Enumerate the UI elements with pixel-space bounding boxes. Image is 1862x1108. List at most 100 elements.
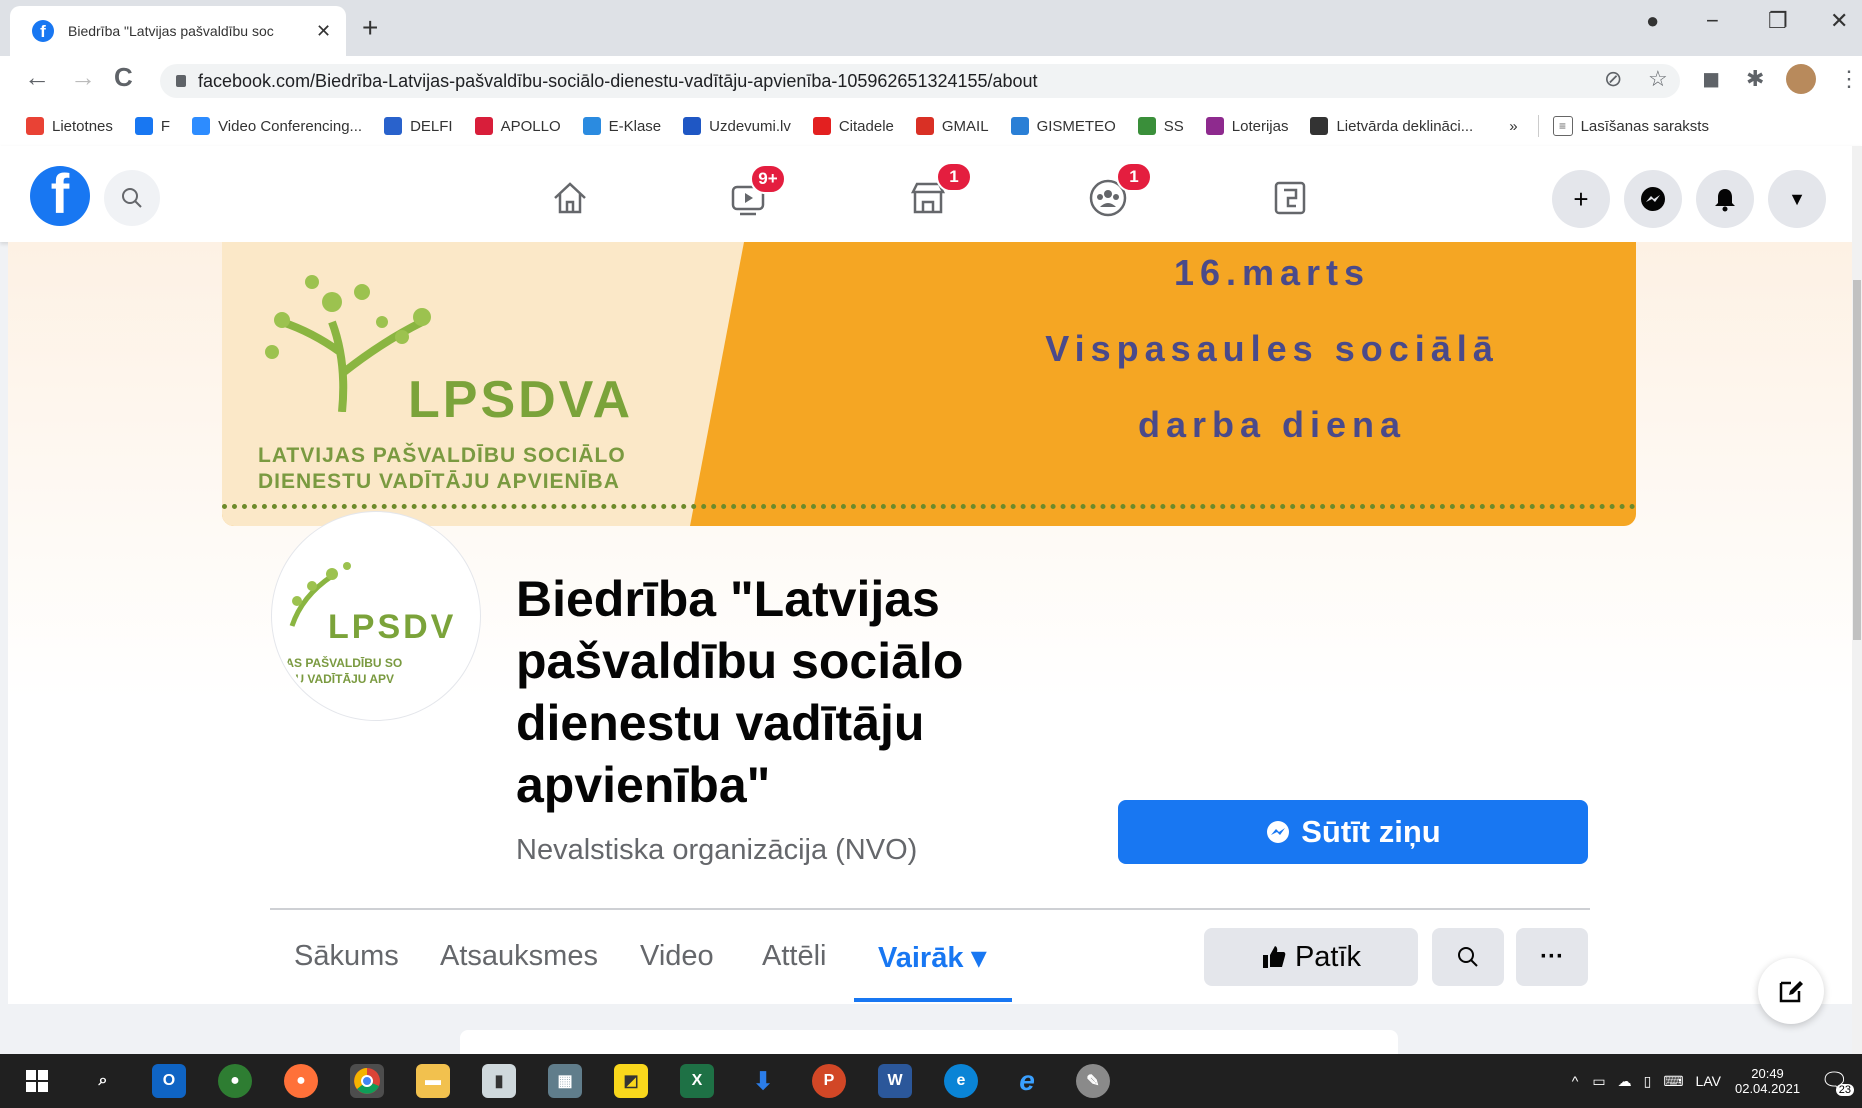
nav-home[interactable] xyxy=(530,168,610,228)
tab-title: Biedrība "Latvijas pašvaldību soc xyxy=(68,23,274,39)
sticky-notes-icon[interactable]: ◩ xyxy=(614,1064,648,1098)
bookmark-item[interactable]: SS xyxy=(1137,117,1184,135)
download-icon[interactable]: ⬇ xyxy=(746,1064,780,1098)
nav-watch[interactable]: 9+ xyxy=(708,164,788,228)
reading-list-icon: ≡ xyxy=(1552,116,1573,136)
notification-center-icon[interactable]: 🗨 23 xyxy=(1820,1068,1854,1096)
notifications-button[interactable] xyxy=(1696,170,1754,228)
windows-start-icon[interactable] xyxy=(20,1064,54,1098)
nav-gaming[interactable] xyxy=(1250,168,1330,228)
tray-network-icon[interactable]: ▯ xyxy=(1644,1073,1652,1090)
tab-more[interactable]: Vairāk ▾ xyxy=(878,940,986,975)
internet-explorer-icon[interactable]: e xyxy=(1010,1064,1044,1098)
restore-button[interactable]: ❐ xyxy=(1768,8,1788,34)
active-tab-indicator xyxy=(854,998,1012,1002)
facebook-logo-icon[interactable]: f xyxy=(30,166,90,226)
page-search-button[interactable] xyxy=(1432,928,1504,986)
send-message-button[interactable]: Sūtīt ziņu xyxy=(1118,800,1588,864)
profile-picture[interactable]: LPSDV IAS PAŠVALDĪBU SO TU VADĪTĀJU APV xyxy=(272,512,480,720)
edge-icon[interactable]: e xyxy=(944,1064,978,1098)
page-category: Nevalstiska organizācija (NVO) xyxy=(516,834,918,866)
bookmark-item[interactable]: GISMETEO xyxy=(1010,117,1116,135)
create-button[interactable]: + xyxy=(1552,170,1610,228)
notepad-icon[interactable]: ▮ xyxy=(482,1064,516,1098)
tab-video[interactable]: Video xyxy=(640,940,714,973)
browser-tab[interactable]: f Biedrība "Latvijas pašvaldību soc ✕ xyxy=(10,6,346,56)
taskbar-search-icon[interactable]: ⌕ xyxy=(86,1064,120,1098)
tray-battery-icon[interactable]: ▭ xyxy=(1592,1073,1605,1090)
profile-avatar[interactable] xyxy=(1786,64,1816,94)
reading-list[interactable]: ≡ Lasīšanas saraksts xyxy=(1552,116,1709,136)
tray-clock[interactable]: 20:49 02.04.2021 xyxy=(1735,1066,1800,1096)
cover-date: 16.marts xyxy=(1173,252,1371,293)
chrome-menu-icon[interactable]: ⋮ xyxy=(1838,66,1860,92)
bookmark-label: Loterijas xyxy=(1231,117,1289,135)
bookmark-label: GMAIL xyxy=(941,117,989,135)
bookmark-star-icon[interactable]: ☆ xyxy=(1648,66,1668,92)
uzdevumi-icon xyxy=(683,117,702,135)
tray-language[interactable]: LAV xyxy=(1696,1073,1721,1089)
nav-marketplace[interactable]: 1 xyxy=(888,162,972,228)
tab-home[interactable]: Sākums xyxy=(294,940,399,973)
powerpoint-icon[interactable]: P xyxy=(812,1064,846,1098)
tab-close-icon[interactable]: ✕ xyxy=(316,21,331,42)
like-button[interactable]: Patīk xyxy=(1204,928,1418,986)
extension-icon[interactable]: ◼ xyxy=(1702,66,1720,92)
tab-photos[interactable]: Attēli xyxy=(762,940,826,973)
more-options-button[interactable]: ··· xyxy=(1516,928,1588,986)
tab-reviews[interactable]: Atsauksmes xyxy=(440,940,598,973)
bookmark-item[interactable]: Loterijas xyxy=(1205,117,1289,135)
bookmark-item[interactable]: GMAIL xyxy=(915,117,989,135)
bookmarks-overflow-icon[interactable]: » xyxy=(1509,118,1517,135)
bookmark-item[interactable]: E-Klase xyxy=(582,117,661,135)
bookmarks-bar: Lietotnes F Video Conferencing... DELFI APOL… xyxy=(0,106,1862,147)
firefox-icon[interactable]: ● xyxy=(284,1064,318,1098)
spotify-icon[interactable]: ● xyxy=(218,1064,252,1098)
tray-up-arrow-icon[interactable]: ^ xyxy=(1572,1073,1579,1089)
account-menu-button[interactable]: ▼ xyxy=(1768,170,1826,228)
tray-onedrive-icon[interactable]: ☁ xyxy=(1618,1073,1632,1090)
bookmark-label: F xyxy=(160,117,171,135)
word-icon[interactable]: W xyxy=(878,1064,912,1098)
bookmark-item[interactable]: Uzdevumi.lv xyxy=(683,117,791,135)
cover-photo[interactable]: LPSDVA LATVIJAS PAŠVALDĪBU SOCIĀLO DIENE… xyxy=(222,242,1636,526)
bell-icon xyxy=(1715,189,1735,212)
back-button[interactable]: ← xyxy=(24,62,50,93)
minimize-button[interactable]: − xyxy=(1706,8,1719,34)
close-window-button[interactable]: ✕ xyxy=(1830,8,1848,34)
facebook-search-button[interactable] xyxy=(104,170,160,226)
page-title: Biedrība "Latvijas pašvaldību sociālo di… xyxy=(516,571,964,813)
outlook-icon[interactable]: O xyxy=(152,1064,186,1098)
scrollbar-thumb[interactable] xyxy=(1853,280,1861,640)
eye-off-icon[interactable]: ⊘ xyxy=(1604,66,1622,92)
profile-logo-sub-1: IAS PAŠVALDĪBU SO xyxy=(282,656,403,670)
forward-button[interactable]: → xyxy=(70,62,96,93)
bookmark-label: APOLLO xyxy=(500,117,561,135)
chrome-taskbar-icon[interactable] xyxy=(350,1064,384,1098)
messenger-button[interactable] xyxy=(1624,170,1682,228)
search-icon xyxy=(122,188,142,208)
tray-keyboard-icon[interactable]: ⌨ xyxy=(1663,1073,1683,1090)
new-tab-button[interactable]: + xyxy=(362,12,378,44)
calculator-icon[interactable]: ▦ xyxy=(548,1064,582,1098)
excel-icon[interactable]: X xyxy=(680,1064,714,1098)
nav-groups[interactable]: 1 xyxy=(1068,162,1152,228)
record-icon[interactable]: ● xyxy=(1646,8,1659,34)
reload-button[interactable]: C xyxy=(114,62,133,93)
bookmark-item[interactable]: DELFI xyxy=(384,117,453,135)
bookmark-item[interactable]: Lietvārda deklināci... xyxy=(1310,117,1473,135)
bookmark-item[interactable]: APOLLO xyxy=(474,117,561,135)
paint-icon[interactable]: ✎ xyxy=(1076,1064,1110,1098)
like-label: Patīk xyxy=(1294,940,1362,973)
bookmark-label: SS xyxy=(1163,117,1184,135)
address-bar[interactable]: facebook.com/Biedrība-Latvijas-pašvaldīb… xyxy=(160,64,1680,98)
extensions-puzzle-icon[interactable]: ✱ xyxy=(1746,66,1764,92)
file-explorer-icon[interactable]: ▬ xyxy=(416,1064,450,1098)
thumbs-up-icon xyxy=(1262,946,1286,968)
new-message-button[interactable] xyxy=(1758,958,1824,1024)
bookmark-item[interactable]: Video Conferencing... xyxy=(192,117,362,135)
bookmark-label: Video Conferencing... xyxy=(218,117,363,135)
bookmark-item[interactable]: F xyxy=(134,117,171,135)
bookmark-item[interactable]: Citadele xyxy=(812,117,894,135)
bookmark-item[interactable]: Lietotnes xyxy=(26,117,113,135)
